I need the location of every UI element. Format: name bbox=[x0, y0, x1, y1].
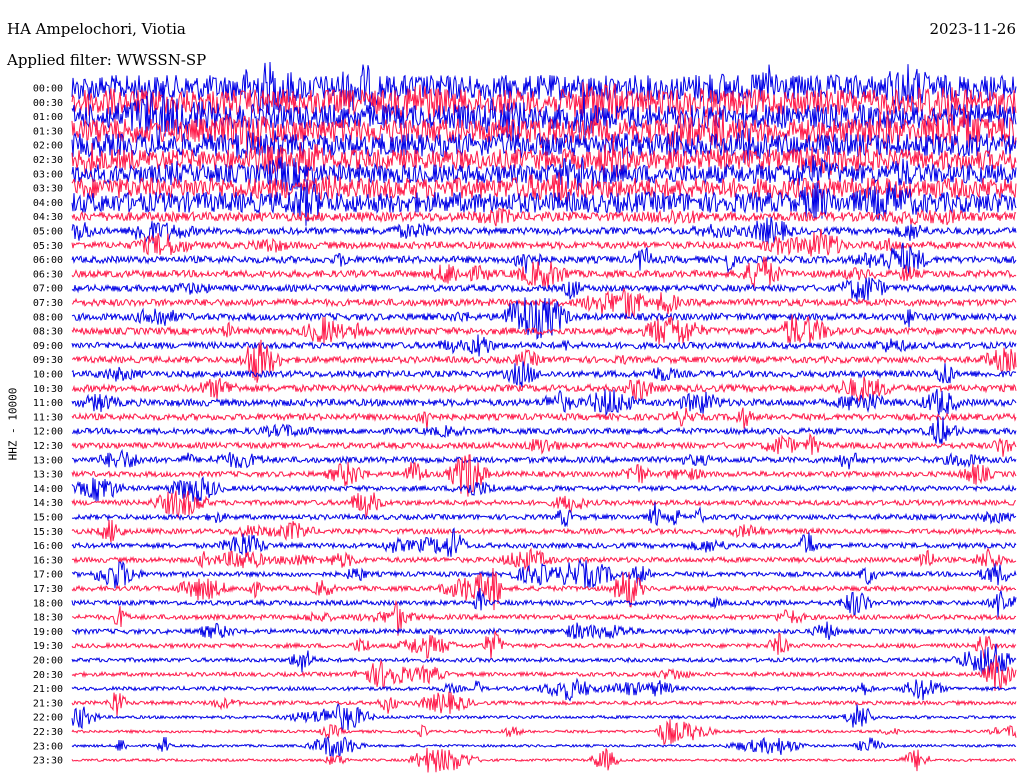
time-label: 00:30 bbox=[33, 98, 63, 109]
trace-line bbox=[71, 376, 1017, 403]
time-label: 21:00 bbox=[33, 684, 63, 695]
time-label: 11:00 bbox=[33, 398, 63, 409]
time-label: 06:00 bbox=[33, 255, 63, 266]
time-label: 03:30 bbox=[33, 184, 63, 195]
trace-line bbox=[71, 448, 1017, 470]
trace-line bbox=[71, 691, 1017, 716]
time-label: 08:30 bbox=[33, 327, 63, 338]
time-label: 12:00 bbox=[33, 427, 63, 438]
time-label: 11:30 bbox=[33, 412, 63, 423]
trace-line bbox=[71, 587, 1017, 618]
time-label: 02:30 bbox=[33, 155, 63, 166]
trace-line bbox=[71, 735, 1017, 758]
time-label: 05:00 bbox=[33, 227, 63, 238]
trace-line bbox=[71, 361, 1017, 388]
time-label: 19:00 bbox=[33, 627, 63, 638]
time-label: 06:30 bbox=[33, 269, 63, 280]
trace-line bbox=[71, 407, 1017, 431]
time-label: 14:30 bbox=[33, 498, 63, 509]
time-label: 10:30 bbox=[33, 384, 63, 395]
time-label: 22:30 bbox=[33, 727, 63, 738]
time-label: 16:00 bbox=[33, 541, 63, 552]
time-label: 01:30 bbox=[33, 126, 63, 137]
time-label: 01:00 bbox=[33, 112, 63, 123]
time-label: 22:00 bbox=[33, 713, 63, 724]
trace-line bbox=[71, 747, 1017, 773]
trace-line bbox=[71, 621, 1017, 640]
seismogram-plot: 00:00 00:30 01:00 01:30 02:00 02:30 03:00 03:30… bbox=[33, 61, 1017, 773]
time-label: 20:30 bbox=[33, 670, 63, 681]
trace-line bbox=[71, 314, 1017, 345]
trace-line bbox=[71, 490, 1016, 519]
trace-line bbox=[71, 547, 1017, 572]
time-label: 04:30 bbox=[33, 212, 63, 223]
time-label: 09:00 bbox=[33, 341, 63, 352]
time-label: 21:30 bbox=[33, 698, 63, 709]
time-label: 02:00 bbox=[33, 141, 63, 152]
time-label: 20:00 bbox=[33, 656, 63, 667]
trace-line bbox=[71, 416, 1017, 445]
time-label: 05:30 bbox=[33, 241, 63, 252]
time-label: 23:30 bbox=[33, 756, 63, 767]
trace-line bbox=[71, 631, 1017, 659]
time-label: 12:30 bbox=[33, 441, 63, 452]
trace-line bbox=[71, 519, 1017, 543]
time-label: 15:30 bbox=[33, 527, 63, 538]
time-label: 04:00 bbox=[33, 198, 63, 209]
time-label: 03:00 bbox=[33, 169, 63, 180]
time-labels: 00:00 00:30 01:00 01:30 02:00 02:30 03:00 03:30… bbox=[33, 84, 63, 767]
time-label: 18:00 bbox=[33, 598, 63, 609]
trace-line bbox=[71, 432, 1017, 457]
time-label: 23:00 bbox=[33, 741, 63, 752]
time-label: 17:30 bbox=[33, 584, 63, 595]
time-label: 17:00 bbox=[33, 570, 63, 581]
trace-line bbox=[71, 677, 1017, 702]
time-label: 13:30 bbox=[33, 470, 63, 481]
time-label: 10:00 bbox=[33, 370, 63, 381]
time-label: 00:00 bbox=[33, 84, 63, 95]
time-label: 09:30 bbox=[33, 355, 63, 366]
time-label: 15:00 bbox=[33, 513, 63, 524]
time-label: 08:00 bbox=[33, 312, 63, 323]
trace-lines bbox=[71, 61, 1017, 773]
trace-line bbox=[71, 719, 1017, 746]
trace-line bbox=[71, 61, 1017, 116]
trace-line bbox=[71, 502, 1017, 528]
trace-line bbox=[71, 643, 1017, 677]
trace-line bbox=[71, 475, 1017, 504]
time-label: 07:00 bbox=[33, 284, 63, 295]
time-label: 13:00 bbox=[33, 455, 63, 466]
trace-line bbox=[71, 277, 1017, 302]
time-label: 18:30 bbox=[33, 613, 63, 624]
time-label: 19:30 bbox=[33, 641, 63, 652]
time-label: 16:30 bbox=[33, 555, 63, 566]
trace-line bbox=[71, 703, 1016, 733]
time-label: 07:30 bbox=[33, 298, 63, 309]
trace-line bbox=[71, 334, 1017, 357]
trace-line bbox=[71, 216, 1017, 245]
time-label: 14:00 bbox=[33, 484, 63, 495]
